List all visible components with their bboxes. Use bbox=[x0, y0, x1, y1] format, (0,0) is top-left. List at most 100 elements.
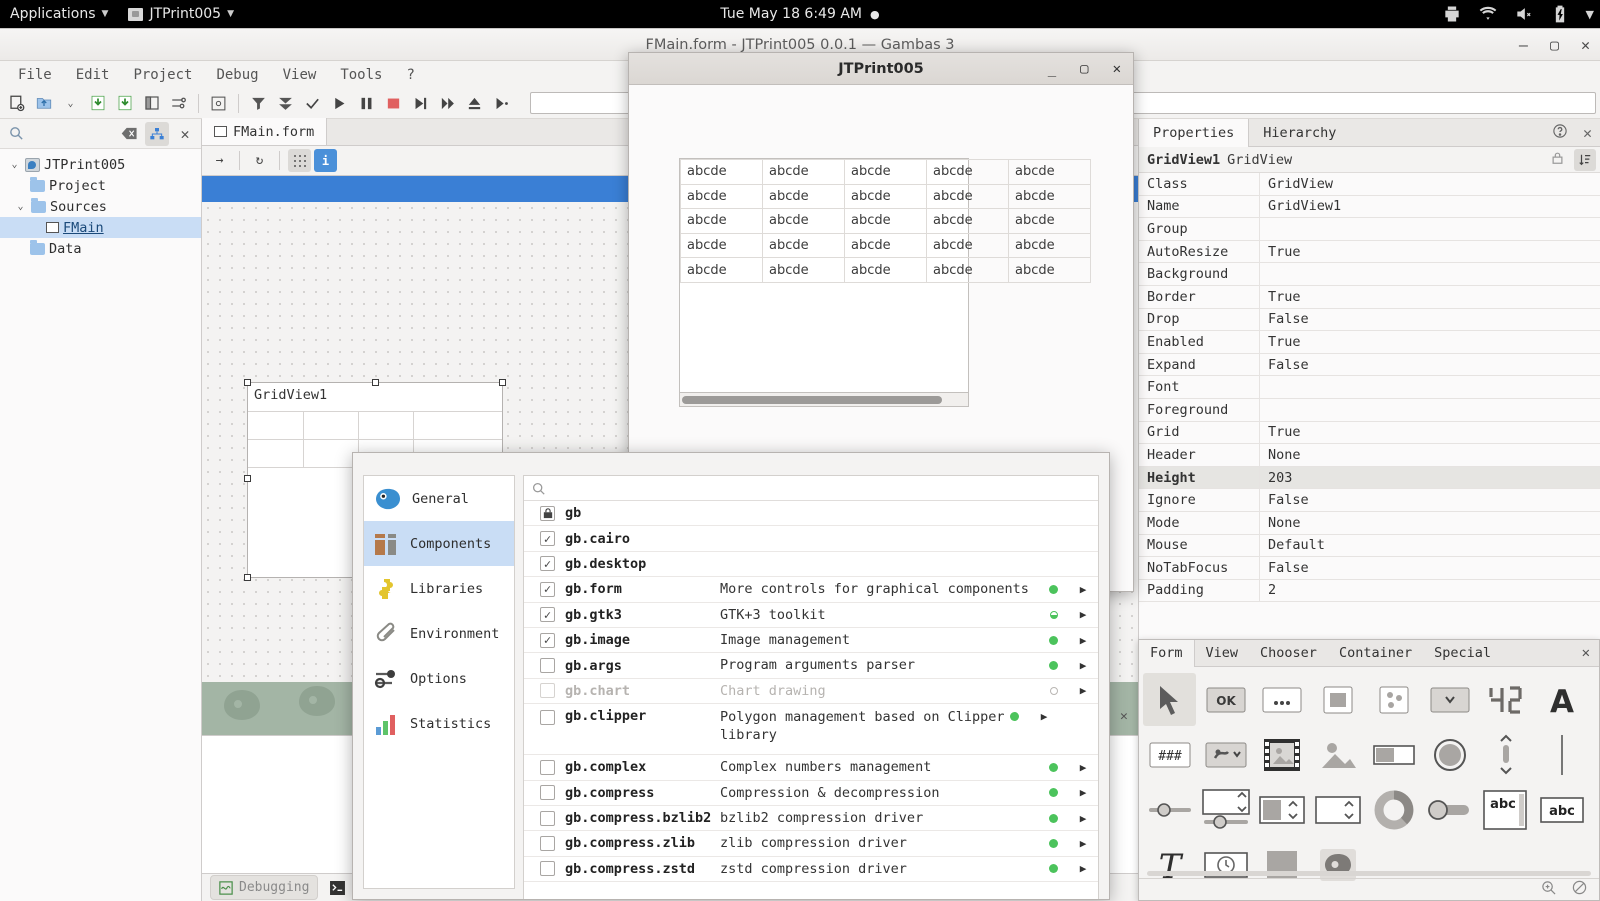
circle-button-icon[interactable] bbox=[1423, 728, 1476, 781]
spinner-icon[interactable] bbox=[1479, 728, 1532, 781]
resize-handle-top-center[interactable] bbox=[372, 379, 379, 386]
sidebar-item-options[interactable]: Options bbox=[364, 656, 514, 701]
tree-view-icon[interactable] bbox=[145, 122, 169, 146]
label-a-icon[interactable]: A bbox=[1535, 673, 1588, 726]
scrollbar-thumb[interactable] bbox=[682, 396, 942, 404]
checkbox-icon[interactable] bbox=[540, 861, 555, 876]
pointer-icon[interactable] bbox=[1143, 673, 1196, 726]
spinbox-icon[interactable] bbox=[1311, 783, 1364, 836]
property-value[interactable] bbox=[1259, 399, 1600, 421]
property-row[interactable]: MouseDefault bbox=[1139, 535, 1600, 558]
chevron-down-icon[interactable]: ▼ bbox=[1586, 8, 1594, 21]
grid-cell[interactable]: abcde bbox=[763, 233, 845, 258]
properties-icon[interactable] bbox=[139, 91, 164, 116]
grid-cell[interactable]: abcde bbox=[681, 233, 763, 258]
property-value[interactable] bbox=[1259, 263, 1600, 285]
gear-icon[interactable] bbox=[206, 91, 231, 116]
grid-cell[interactable]: abcde bbox=[845, 233, 927, 258]
run-to-icon[interactable] bbox=[489, 91, 514, 116]
checkbox-icon[interactable] bbox=[540, 658, 555, 673]
textarea-abc-icon[interactable]: abc bbox=[1479, 783, 1532, 836]
help-icon[interactable] bbox=[1553, 124, 1567, 142]
dots-button-icon[interactable] bbox=[1255, 673, 1308, 726]
minimize-button[interactable]: — bbox=[1519, 36, 1528, 54]
sidebar-item-libraries[interactable]: Libraries bbox=[364, 566, 514, 611]
property-value[interactable]: True bbox=[1259, 422, 1600, 444]
component-row-gb-desktop[interactable]: ✓ gb.desktop bbox=[524, 552, 1098, 577]
movie-box-icon[interactable] bbox=[1255, 728, 1308, 781]
separator-icon[interactable] bbox=[1535, 728, 1588, 781]
number-field-icon[interactable]: ### bbox=[1143, 728, 1196, 781]
open-project-icon[interactable] bbox=[31, 91, 56, 116]
property-value[interactable]: False bbox=[1259, 354, 1600, 376]
pause-icon[interactable] bbox=[354, 91, 379, 116]
component-row-gb-chart[interactable]: gb.chart Chart drawing ▶ bbox=[524, 679, 1098, 704]
component-row-gb-form[interactable]: ✓ gb.form More controls for graphical co… bbox=[524, 577, 1098, 602]
tab-debugging[interactable]: Debugging bbox=[210, 875, 318, 900]
property-value[interactable]: None bbox=[1259, 444, 1600, 466]
property-row[interactable]: ExpandFalse bbox=[1139, 354, 1600, 377]
grid-cell[interactable]: abcde bbox=[681, 160, 763, 185]
component-row-gb-compress[interactable]: gb.compress Compression & decompression … bbox=[524, 781, 1098, 806]
grid-cell[interactable]: abcde bbox=[845, 184, 927, 209]
app-window-menu[interactable]: JTPrint005 ▼ bbox=[118, 0, 244, 28]
menu-help[interactable]: ? bbox=[394, 64, 426, 86]
checkbox-icon[interactable] bbox=[540, 760, 555, 775]
tab-properties[interactable]: Properties bbox=[1139, 119, 1249, 147]
property-row[interactable]: NoTabFocusFalse bbox=[1139, 557, 1600, 580]
property-value[interactable]: GridView1 bbox=[1259, 196, 1600, 218]
sidebar-item-environment[interactable]: Environment bbox=[364, 611, 514, 656]
minimize-button[interactable]: _ bbox=[1048, 61, 1056, 77]
property-value[interactable]: 203 bbox=[1259, 467, 1600, 489]
clear-search-icon[interactable] bbox=[117, 122, 141, 146]
component-row-gb[interactable]: gb bbox=[524, 501, 1098, 526]
printer-icon[interactable] bbox=[1442, 4, 1462, 24]
expand-arrow-icon[interactable]: ▶ bbox=[1072, 837, 1094, 850]
property-row[interactable]: AutoResizeTrue bbox=[1139, 241, 1600, 264]
scroll-spin-icon[interactable] bbox=[1199, 783, 1252, 836]
component-row-gb-gtk3[interactable]: ✓ gb.gtk3 GTK+3 toolkit ▶ bbox=[524, 603, 1098, 628]
step-out-icon[interactable] bbox=[462, 91, 487, 116]
property-row[interactable]: EnabledTrue bbox=[1139, 331, 1600, 354]
tab-hierarchy[interactable]: Hierarchy bbox=[1249, 119, 1350, 147]
checkbox-icon[interactable] bbox=[540, 836, 555, 851]
color-spin-icon[interactable] bbox=[1255, 783, 1308, 836]
grid-cell[interactable]: abcde bbox=[1009, 160, 1091, 185]
property-row-height[interactable]: Height203 bbox=[1139, 467, 1600, 490]
property-value[interactable] bbox=[1259, 376, 1600, 398]
step-over-icon[interactable] bbox=[408, 91, 433, 116]
step-forward-icon[interactable] bbox=[435, 91, 460, 116]
expand-arrow-icon[interactable]: ▶ bbox=[1072, 634, 1094, 647]
grid-cell[interactable]: abcde bbox=[1009, 233, 1091, 258]
switch-icon[interactable] bbox=[1423, 783, 1476, 836]
info-icon[interactable]: i bbox=[314, 149, 337, 172]
grid-cell[interactable]: abcde bbox=[763, 184, 845, 209]
run-gridview[interactable]: abcde abcde abcde abcde abcde abcde abcd… bbox=[679, 158, 969, 393]
expander-icon[interactable]: ⌄ bbox=[8, 159, 21, 170]
property-row[interactable]: Font bbox=[1139, 376, 1600, 399]
slider-icon[interactable] bbox=[1143, 783, 1196, 836]
checkbox-icon[interactable] bbox=[540, 811, 555, 826]
property-value[interactable]: False bbox=[1259, 309, 1600, 331]
zoom-icon[interactable] bbox=[1541, 880, 1556, 899]
checkbox-icon[interactable] bbox=[540, 785, 555, 800]
image-combo-icon[interactable] bbox=[1199, 728, 1252, 781]
expand-arrow-icon[interactable]: ▶ bbox=[1072, 583, 1094, 596]
volume-muted-icon[interactable] bbox=[1514, 4, 1534, 24]
tree-item-sources-folder[interactable]: ⌄ Sources bbox=[0, 196, 201, 217]
menu-project[interactable]: Project bbox=[121, 64, 204, 86]
grid-cell[interactable]: abcde bbox=[845, 160, 927, 185]
tree-item-project-folder[interactable]: Project bbox=[0, 175, 201, 196]
combobox-icon[interactable] bbox=[1423, 673, 1476, 726]
panel-clock[interactable]: Tue May 18 6:49 AM ● bbox=[720, 6, 879, 22]
no-entry-icon[interactable] bbox=[1572, 880, 1587, 899]
settings-sliders-icon[interactable] bbox=[166, 91, 191, 116]
tab-chooser[interactable]: Chooser bbox=[1249, 640, 1328, 667]
tree-item-data-folder[interactable]: Data bbox=[0, 238, 201, 259]
property-value[interactable] bbox=[1259, 218, 1600, 240]
grid-cell[interactable]: abcde bbox=[927, 209, 1009, 234]
grid-cell[interactable]: abcde bbox=[845, 209, 927, 234]
checkbox-checked-icon[interactable]: ✓ bbox=[540, 531, 555, 546]
tab-fmain-form[interactable]: FMain.form bbox=[202, 118, 327, 145]
close-icon[interactable]: ✕ bbox=[1583, 124, 1592, 142]
